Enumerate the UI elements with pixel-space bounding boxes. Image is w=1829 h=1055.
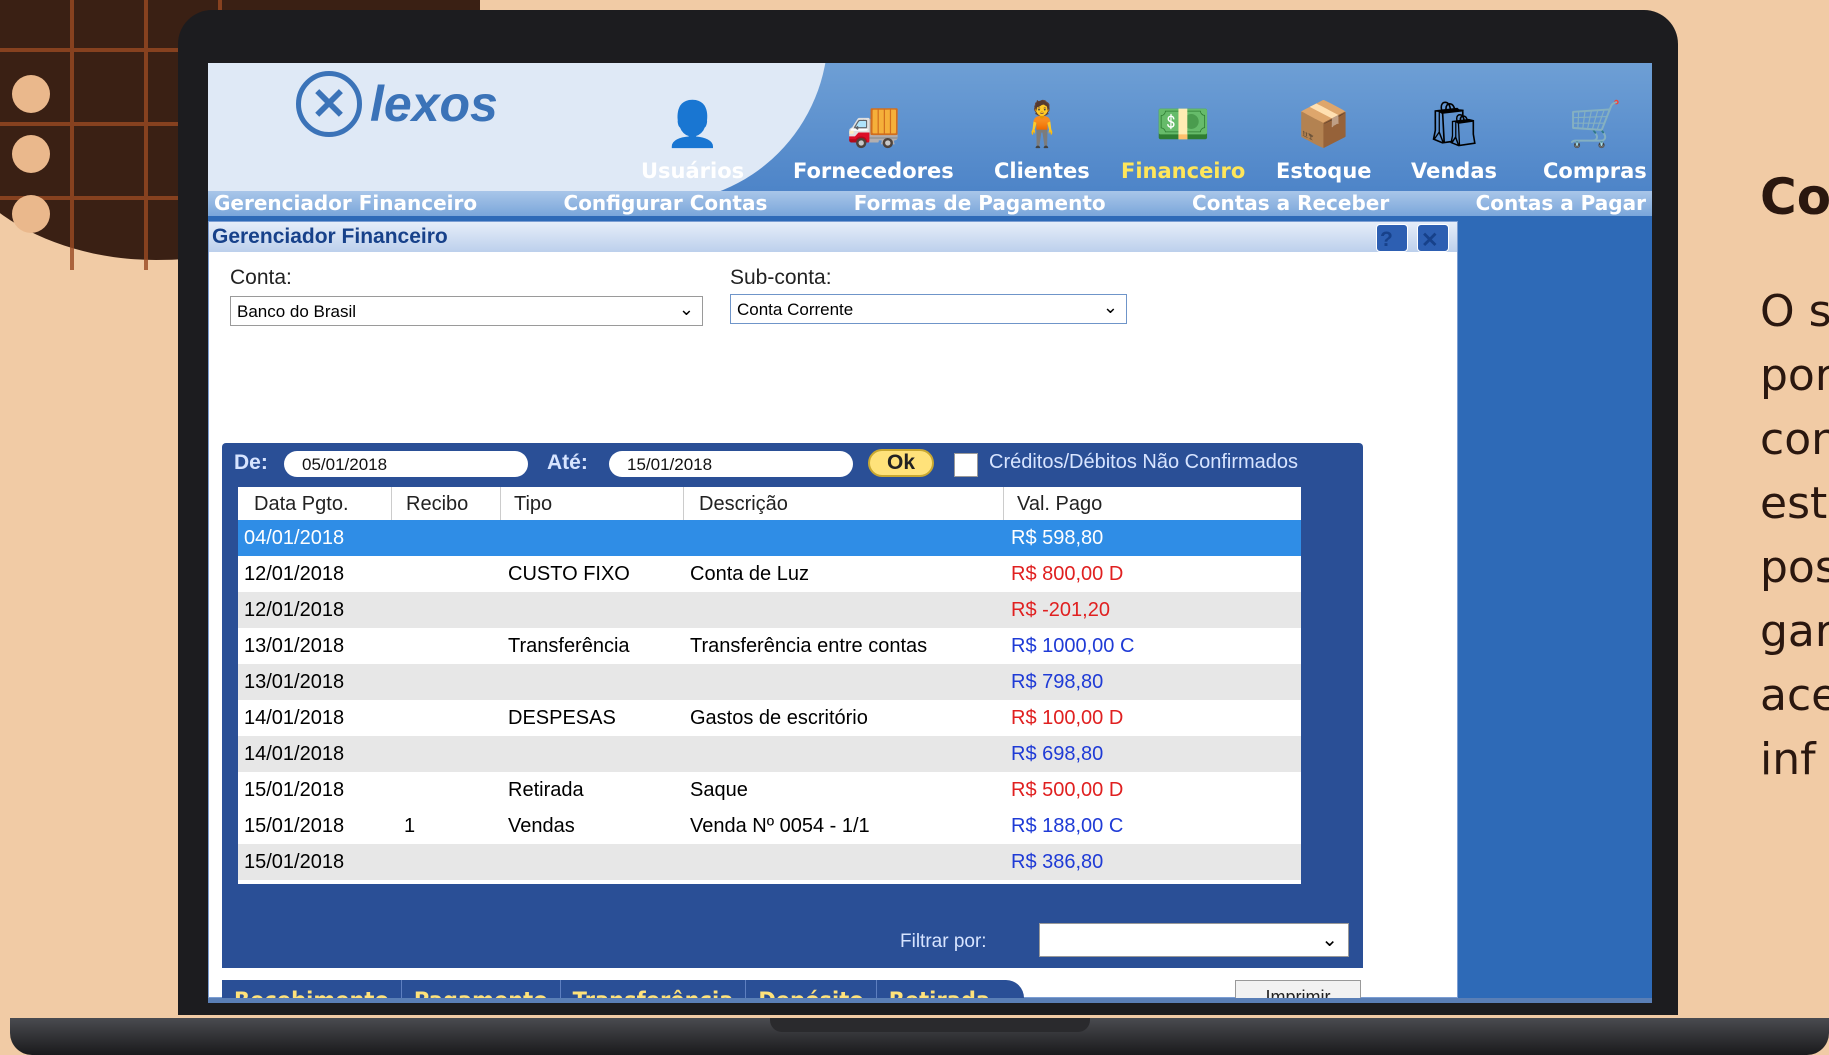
- de-label: De:: [234, 451, 268, 474]
- box-icon: 📦: [1296, 100, 1352, 149]
- nav-fornecedores[interactable]: 🚚 Fornecedores: [793, 93, 954, 183]
- client-icon: 🧍: [1014, 100, 1070, 149]
- subnav-contas-receber[interactable]: Contas a Receber: [1192, 191, 1389, 216]
- table-row[interactable]: 15/01/2018 1 Vendas Venda Nº 0054 - 1/1 …: [238, 808, 1301, 844]
- transactions-panel: De: 05/01/2018 Até: 15/01/2018 Ok Crédit…: [222, 443, 1363, 968]
- close-button[interactable]: ✕: [1417, 224, 1449, 252]
- unconfirmed-checkbox[interactable]: [954, 453, 978, 477]
- subconta-select[interactable]: Conta Corrente ⌄: [730, 294, 1127, 324]
- table-row[interactable]: 12/01/2018 CUSTO FIXO Conta de Luz R$ 80…: [238, 556, 1301, 592]
- col-data-pgto[interactable]: Data Pgto.: [254, 493, 349, 516]
- col-val-pago[interactable]: Val. Pago: [1017, 493, 1102, 516]
- ok-button[interactable]: Ok: [868, 449, 934, 477]
- ate-date-input[interactable]: 15/01/2018: [609, 451, 853, 477]
- app-screen: ✕ lexos 👤 Usuários 🚚 Fornecedores 🧍 Clie…: [208, 63, 1652, 1003]
- nav-clientes[interactable]: 🧍 Clientes: [994, 93, 1090, 183]
- header-banner: ✕ lexos 👤 Usuários 🚚 Fornecedores 🧍 Clie…: [208, 63, 1652, 203]
- ate-label: Até:: [547, 451, 588, 474]
- window-title: Gerenciador Financeiro: [212, 225, 448, 248]
- close-icon: ✕: [1421, 229, 1439, 252]
- nav-estoque[interactable]: 📦 Estoque: [1276, 93, 1372, 183]
- unconfirmed-label: Créditos/Débitos Não Confirmados: [989, 451, 1299, 473]
- subnav-contas-pagar[interactable]: Contas a Pagar: [1476, 191, 1646, 216]
- cart-icon: 🛒: [1567, 100, 1623, 149]
- chevron-down-icon: ⌄: [678, 299, 694, 319]
- truck-icon: 🚚: [845, 100, 901, 149]
- col-descricao[interactable]: Descrição: [699, 493, 788, 516]
- filtrar-label: Filtrar por:: [900, 931, 987, 952]
- table-row[interactable]: 15/01/2018 R$ 386,80: [238, 844, 1301, 880]
- chevron-down-icon: ⌄: [1102, 297, 1118, 317]
- table-row[interactable]: 04/01/2018 R$ 598,80: [238, 520, 1301, 556]
- side-paragraph: O s por con est pos gar ace inf: [1760, 286, 1829, 785]
- col-tipo[interactable]: Tipo: [514, 493, 552, 516]
- chevron-down-icon: ⌄: [1321, 929, 1338, 951]
- date-filter-bar: De: 05/01/2018 Até: 15/01/2018 Ok Crédit…: [222, 443, 1363, 483]
- user-icon: 👤: [665, 100, 720, 149]
- app-logo: ✕ lexos: [296, 71, 498, 137]
- table-row[interactable]: 13/01/2018 R$ 798,80: [238, 664, 1301, 700]
- subnav-configurar-contas[interactable]: Configurar Contas: [564, 191, 768, 216]
- subconta-label: Sub-conta:: [730, 266, 832, 289]
- de-date-input[interactable]: 05/01/2018: [284, 451, 528, 477]
- subnav-formas-pagamento[interactable]: Formas de Pagamento: [854, 191, 1106, 216]
- help-button[interactable]: ?: [1376, 224, 1408, 252]
- register-icon: 🛍: [1426, 100, 1482, 149]
- nav-usuarios[interactable]: 👤 Usuários: [641, 93, 744, 183]
- side-heading: Co: [1760, 168, 1829, 226]
- conta-select[interactable]: Banco do Brasil ⌄: [230, 296, 703, 326]
- table-row[interactable]: 14/01/2018 R$ 698,80: [238, 736, 1301, 772]
- conta-label: Conta:: [230, 266, 292, 289]
- help-icon: ?: [1380, 228, 1393, 251]
- table-row[interactable]: 13/01/2018 Transferência Transferência e…: [238, 628, 1301, 664]
- table-row[interactable]: 14/01/2018 DESPESAS Gastos de escritório…: [238, 700, 1301, 736]
- nav-compras[interactable]: 🛒 Compras: [1543, 93, 1647, 183]
- table-row[interactable]: 12/01/2018 R$ -201,20: [238, 592, 1301, 628]
- nav-vendas[interactable]: 🛍 Vendas: [1411, 93, 1497, 183]
- nav-financeiro[interactable]: 💵 Financeiro: [1121, 93, 1245, 183]
- filtrar-select[interactable]: ⌄: [1039, 923, 1349, 957]
- col-recibo[interactable]: Recibo: [406, 493, 468, 516]
- window-titlebar: Gerenciador Financeiro ? ✕: [209, 222, 1457, 252]
- subnav-gerenciador[interactable]: Gerenciador Financeiro: [214, 191, 477, 216]
- sub-navigation: Gerenciador Financeiro Configurar Contas…: [208, 191, 1652, 216]
- money-icon: 💵: [1155, 100, 1211, 149]
- transactions-table: Data Pgto. Recibo Tipo Descrição Val. Pa…: [238, 487, 1301, 884]
- table-row[interactable]: 15/01/2018 Retirada Saque R$ 500,00 D: [238, 772, 1301, 808]
- table-header: Data Pgto. Recibo Tipo Descrição Val. Pa…: [238, 487, 1301, 521]
- logo-x-icon: ✕: [296, 71, 362, 137]
